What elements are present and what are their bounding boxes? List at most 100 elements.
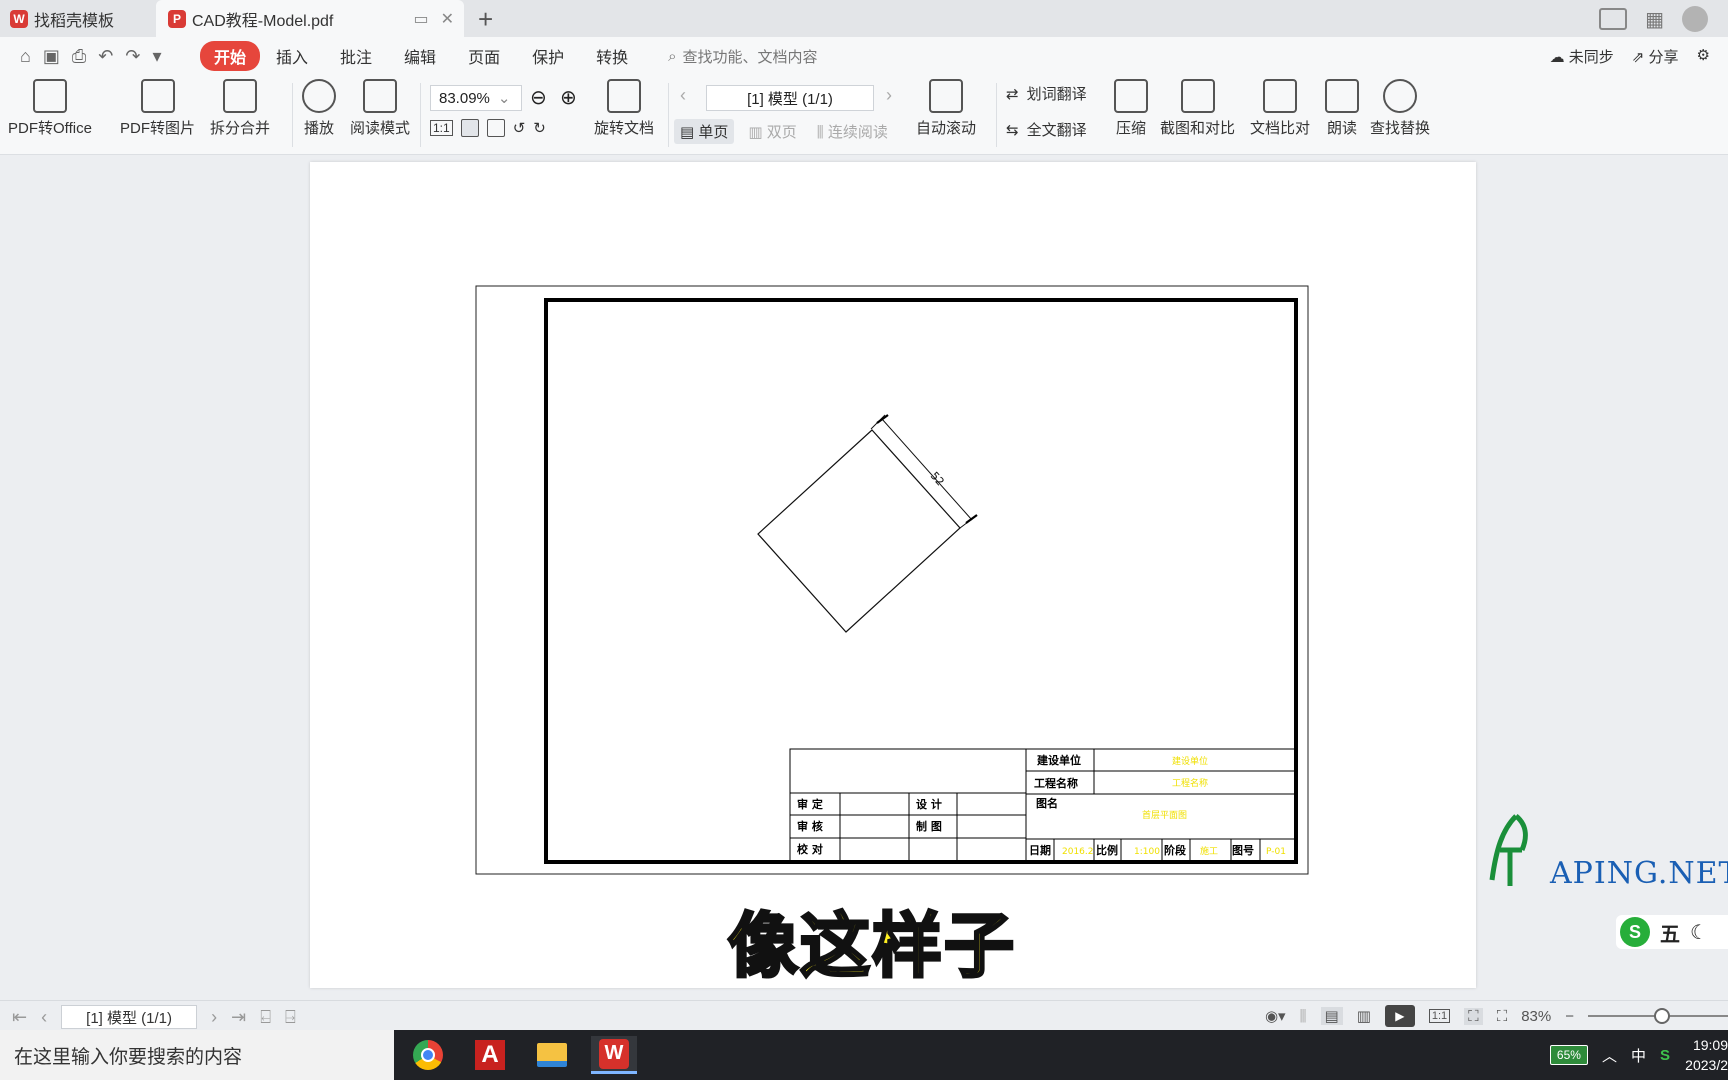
settings-gear-icon[interactable]: ⚙ — [1697, 46, 1710, 67]
taskbar-clock[interactable]: 19:09 2023/2 — [1684, 1035, 1728, 1075]
taskbar-explorer[interactable] — [529, 1036, 575, 1074]
undo-icon[interactable]: ↶ — [98, 46, 113, 67]
translate-icon: ⇄ — [1006, 85, 1019, 103]
zoom-slider-handle[interactable] — [1654, 1008, 1670, 1024]
zoom-out-status-icon[interactable]: − — [1565, 1008, 1574, 1025]
doc-compare-label: 文档比对 — [1250, 120, 1311, 137]
zoom-select[interactable]: 83.09% ⌄ — [430, 85, 522, 111]
read-mode-label: 阅读模式 — [350, 120, 411, 137]
pin-screen-icon[interactable]: ▭ — [413, 9, 428, 29]
tb-approve: 审 定 — [797, 797, 823, 811]
play-button[interactable]: 播放 — [302, 79, 336, 138]
page-indicator-input[interactable]: [1] 模型 (1/1) — [706, 85, 874, 111]
close-tab-icon[interactable]: ✕ — [441, 9, 454, 29]
taskbar-chrome[interactable] — [405, 1036, 451, 1074]
avatar[interactable] — [1682, 6, 1708, 32]
single-page-status-icon[interactable]: ▤ — [1320, 1007, 1343, 1025]
status-bar: ⇤ ‹ [1] 模型 (1/1) › ⇥ ⍇ ⍈ ◉▾ ⫼ ▤ ▥ ▶ 1:1 … — [0, 1000, 1728, 1030]
tab-pdf[interactable]: P CAD教程-Model.pdf ▭ ✕ — [156, 0, 464, 37]
auto-scroll-button[interactable]: 自动滚动 — [916, 79, 976, 138]
open-folder-icon[interactable]: ⌂ — [20, 46, 31, 67]
pdf-to-office-button[interactable]: PDF转Office — [8, 79, 92, 138]
screenshot-compare-button[interactable]: 截图和对比 — [1160, 79, 1235, 138]
prev-page-status-icon[interactable]: ‹ — [41, 1007, 47, 1028]
redo-icon[interactable]: ↷ — [125, 46, 140, 67]
menu-insert[interactable]: 插入 — [260, 40, 324, 72]
find-replace-button[interactable]: 查找替换 — [1370, 79, 1430, 138]
menu-convert[interactable]: 转换 — [580, 40, 644, 72]
menu-page[interactable]: 页面 — [452, 40, 516, 72]
single-page-button[interactable]: ▤ 单页 — [674, 119, 735, 144]
forward-view-icon[interactable]: ⍈ — [285, 1007, 296, 1028]
word-translate-button[interactable]: ⇄ 划词翻译 — [1006, 83, 1087, 104]
pdf-page: 52 审 定 审 核 校 对 设 计 制 图 建设单位 工程名称 图名 日期 比… — [310, 162, 1476, 988]
clock-time: 19:09 — [1692, 1037, 1728, 1053]
rotate-left-icon[interactable]: ↺ — [513, 119, 526, 137]
double-page-button[interactable]: ▥ 双页 — [742, 119, 802, 144]
window-layout-icon[interactable] — [1599, 8, 1628, 30]
play-icon — [302, 79, 336, 113]
zoom-slider[interactable] — [1588, 1008, 1728, 1024]
split-merge-button[interactable]: 拆分合并 — [210, 79, 270, 138]
next-page-status-icon[interactable]: › — [211, 1007, 217, 1028]
menu-protect[interactable]: 保护 — [516, 40, 580, 72]
menu-edit[interactable]: 编辑 — [388, 40, 452, 72]
taskbar-wps[interactable]: W — [591, 1036, 637, 1074]
eye-protect-icon[interactable]: ◉▾ — [1265, 1007, 1286, 1025]
new-tab-plus-icon[interactable]: + — [478, 4, 493, 35]
fit-page-status-icon[interactable]: ⛶ — [1464, 1007, 1483, 1025]
fit-width-status-icon[interactable]: ⛶ — [1497, 1008, 1508, 1025]
taskbar-search-box[interactable]: 在这里输入你要搜索的内容 — [0, 1030, 394, 1080]
fit-width-icon[interactable] — [486, 119, 505, 137]
continuous-status-icon[interactable]: ⫼ — [1300, 1008, 1307, 1025]
fit-page-icon[interactable] — [460, 119, 479, 137]
share-label: 分享 — [1648, 49, 1679, 66]
rotate-doc-button[interactable]: 旋转文档 — [594, 79, 654, 138]
actual-size-status-icon[interactable]: 1:1 — [1428, 1009, 1451, 1023]
double-page-icon: ▥ — [748, 124, 763, 141]
grid-apps-icon[interactable]: ▦ — [1645, 7, 1664, 32]
battery-indicator[interactable]: 65% — [1549, 1045, 1588, 1065]
last-page-icon[interactable]: ⇥ — [231, 1007, 246, 1028]
taskbar-autocad[interactable]: A — [467, 1036, 513, 1074]
pdf-to-image-button[interactable]: PDF转图片 — [120, 79, 195, 138]
zoom-status-value[interactable]: 83% — [1521, 1008, 1551, 1025]
sogou-tray-icon[interactable]: S — [1660, 1047, 1670, 1064]
tb-date-value: 2016.2 — [1062, 847, 1094, 857]
menu-annotate[interactable]: 批注 — [324, 40, 388, 72]
next-page-icon[interactable]: › — [886, 85, 892, 106]
save-icon[interactable]: ▣ — [43, 46, 60, 67]
print-icon[interactable]: ⎙ — [72, 46, 86, 67]
rotate-right-icon[interactable]: ↻ — [533, 119, 546, 137]
read-aloud-button[interactable]: 朗读 — [1325, 79, 1359, 138]
menu-start[interactable]: 开始 — [200, 41, 261, 71]
compress-button[interactable]: 压缩 — [1114, 79, 1148, 138]
more-dropdown-icon[interactable]: ▾ — [152, 46, 161, 67]
doc-compare-button[interactable]: 文档比对 — [1250, 79, 1310, 138]
share-button[interactable]: ⇗ 分享 — [1632, 46, 1679, 67]
continuous-read-button[interactable]: ⫼ 连续阅读 — [811, 119, 894, 144]
double-page-status-icon[interactable]: ▥ — [1357, 1007, 1371, 1025]
menu-row: ⌂ ▣ ⎙ ↶ ↷ ▾ 开始 插入 批注 编辑 页面 保护 转换 ⌕ 查找功能、… — [0, 37, 1728, 75]
tab-template[interactable]: W 找稻壳模板 — [0, 0, 152, 37]
document-viewport[interactable]: 52 审 定 审 核 校 对 设 计 制 图 建设单位 工程名称 图名 日期 比… — [0, 156, 1728, 1000]
full-translate-button[interactable]: ⇆ 全文翻译 — [1006, 119, 1087, 140]
status-page-input[interactable]: [1] 模型 (1/1) — [61, 1005, 198, 1029]
ime-toolbar[interactable]: S 五 ☾ — [1616, 915, 1728, 949]
play-status-icon[interactable]: ▶ — [1384, 1005, 1415, 1027]
prev-page-icon[interactable]: ‹ — [680, 85, 686, 106]
first-page-icon[interactable]: ⇤ — [12, 1007, 27, 1028]
back-view-icon[interactable]: ⍇ — [260, 1007, 271, 1028]
feature-search[interactable]: ⌕ 查找功能、文档内容 — [668, 46, 817, 67]
sync-button[interactable]: ☁ 未同步 — [1550, 46, 1614, 67]
chevron-down-icon: ⌄ — [497, 90, 511, 107]
actual-size-icon[interactable]: 1:1 — [430, 120, 453, 136]
zoom-in-icon[interactable]: ⊕ — [560, 85, 577, 110]
rotate-doc-icon — [607, 79, 641, 113]
zoom-out-icon[interactable]: ⊖ — [530, 85, 547, 110]
ime-lang-indicator[interactable]: 中 — [1631, 1045, 1646, 1066]
read-mode-button[interactable]: 阅读模式 — [350, 79, 410, 138]
tray-expand-icon[interactable]: ︿ — [1602, 1045, 1617, 1066]
tb-unit-label: 建设单位 — [1037, 753, 1081, 767]
watermark-text: APING.NET — [1550, 856, 1728, 891]
